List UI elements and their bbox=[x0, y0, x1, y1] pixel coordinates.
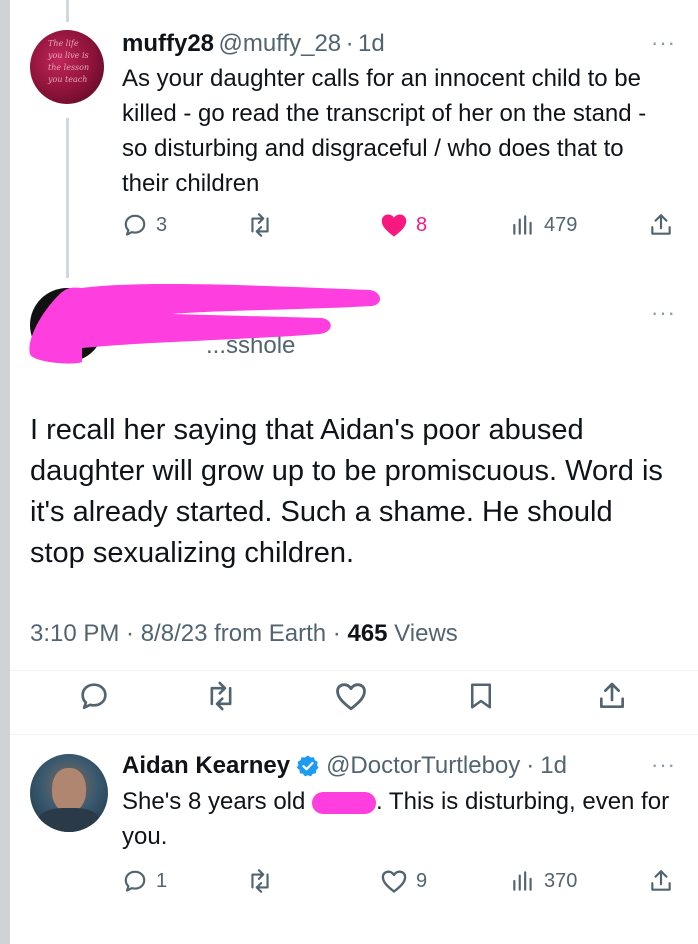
reply-button[interactable] bbox=[78, 680, 110, 712]
more-options-button[interactable]: ··· bbox=[651, 300, 676, 326]
bookmark-button[interactable] bbox=[466, 680, 496, 712]
like-button[interactable]: 9 bbox=[380, 868, 427, 894]
tweet-meta: 3:10 PM · 8/8/23 from Earth · 465 Views bbox=[30, 620, 458, 648]
retweet-icon bbox=[251, 869, 269, 893]
tweet-aidan-kearney[interactable]: Aidan Kearney @DoctorTurtleboy · 1d ··· Sh… bbox=[0, 740, 698, 944]
reply-icon bbox=[81, 683, 107, 710]
separator: · bbox=[526, 752, 535, 779]
bookmark-icon bbox=[471, 683, 491, 709]
timestamp[interactable]: 1d bbox=[540, 752, 567, 780]
views-icon bbox=[513, 871, 532, 891]
tweet-text: As your daughter calls for an innocent c… bbox=[122, 65, 647, 197]
retweet-button[interactable] bbox=[246, 212, 274, 238]
views-count: 479 bbox=[544, 213, 578, 236]
heart-icon bbox=[381, 870, 407, 893]
views-count: 465 bbox=[347, 620, 388, 647]
share-icon bbox=[651, 214, 671, 235]
tweet-text: She's 8 years old . This is disturbing, … bbox=[122, 784, 672, 854]
share-icon bbox=[600, 682, 624, 708]
more-options-button[interactable]: ··· bbox=[651, 752, 676, 778]
like-button[interactable]: 8 bbox=[380, 212, 427, 238]
display-name[interactable]: muffy28 bbox=[122, 30, 214, 57]
tweet-text: I recall her saying that Aidan's poor ab… bbox=[30, 414, 663, 569]
heart-icon bbox=[336, 683, 366, 711]
retweet-button[interactable] bbox=[204, 680, 238, 712]
retweet-icon bbox=[251, 213, 269, 237]
reply-button[interactable]: 3 bbox=[122, 212, 167, 238]
like-count: 9 bbox=[416, 869, 428, 892]
more-options-button[interactable]: ··· bbox=[651, 30, 676, 56]
redaction-mark bbox=[312, 791, 377, 814]
tweet-focused[interactable]: ...sshole ··· I recall her saying that A… bbox=[0, 270, 698, 740]
views-button[interactable]: 479 bbox=[510, 212, 577, 238]
avatar-shoulders bbox=[38, 808, 100, 832]
tweet-muffy28[interactable]: The life you live is the lesson you teach m… bbox=[0, 0, 698, 270]
divider bbox=[10, 734, 698, 735]
redaction-mark bbox=[29, 284, 381, 364]
tweet-header: muffy28 @muffy_28 · 1d bbox=[122, 30, 385, 58]
handle[interactable]: @muffy_28 bbox=[218, 30, 341, 57]
views-button[interactable]: 370 bbox=[510, 868, 577, 894]
reply-icon bbox=[124, 870, 146, 892]
reply-button[interactable]: 1 bbox=[122, 868, 167, 894]
like-button[interactable] bbox=[334, 680, 368, 712]
avatar-quote-text: The life you live is the lesson you teach bbox=[48, 39, 90, 84]
share-icon bbox=[651, 870, 671, 891]
reply-icon bbox=[124, 214, 146, 236]
avatar[interactable] bbox=[30, 754, 108, 832]
reply-count: 1 bbox=[156, 869, 168, 892]
views-icon bbox=[513, 215, 532, 235]
share-button[interactable] bbox=[648, 868, 674, 894]
avatar-face bbox=[52, 768, 86, 812]
share-button[interactable] bbox=[596, 680, 628, 712]
share-button[interactable] bbox=[648, 212, 674, 238]
timestamp[interactable]: 1d bbox=[358, 30, 385, 57]
retweet-icon bbox=[210, 681, 232, 711]
reply-count: 3 bbox=[156, 213, 168, 236]
retweet-button[interactable] bbox=[246, 868, 274, 894]
verified-badge-icon bbox=[296, 755, 319, 777]
post-time[interactable]: 3:10 PM · 8/8/23 from Earth · bbox=[30, 620, 347, 647]
like-count: 8 bbox=[416, 213, 428, 236]
display-name[interactable]: Aidan Kearney bbox=[122, 752, 290, 780]
handle[interactable]: @DoctorTurtleboy bbox=[326, 752, 520, 780]
tweet-header: Aidan Kearney @DoctorTurtleboy · 1d bbox=[122, 752, 567, 780]
divider bbox=[10, 670, 698, 671]
heart-icon bbox=[381, 214, 407, 237]
avatar[interactable]: The life you live is the lesson you teach bbox=[30, 30, 104, 104]
views-label: Views bbox=[387, 620, 458, 647]
views-count: 370 bbox=[544, 869, 578, 892]
separator: · bbox=[345, 30, 354, 57]
tweet-text-start: She's 8 years old bbox=[122, 788, 313, 815]
